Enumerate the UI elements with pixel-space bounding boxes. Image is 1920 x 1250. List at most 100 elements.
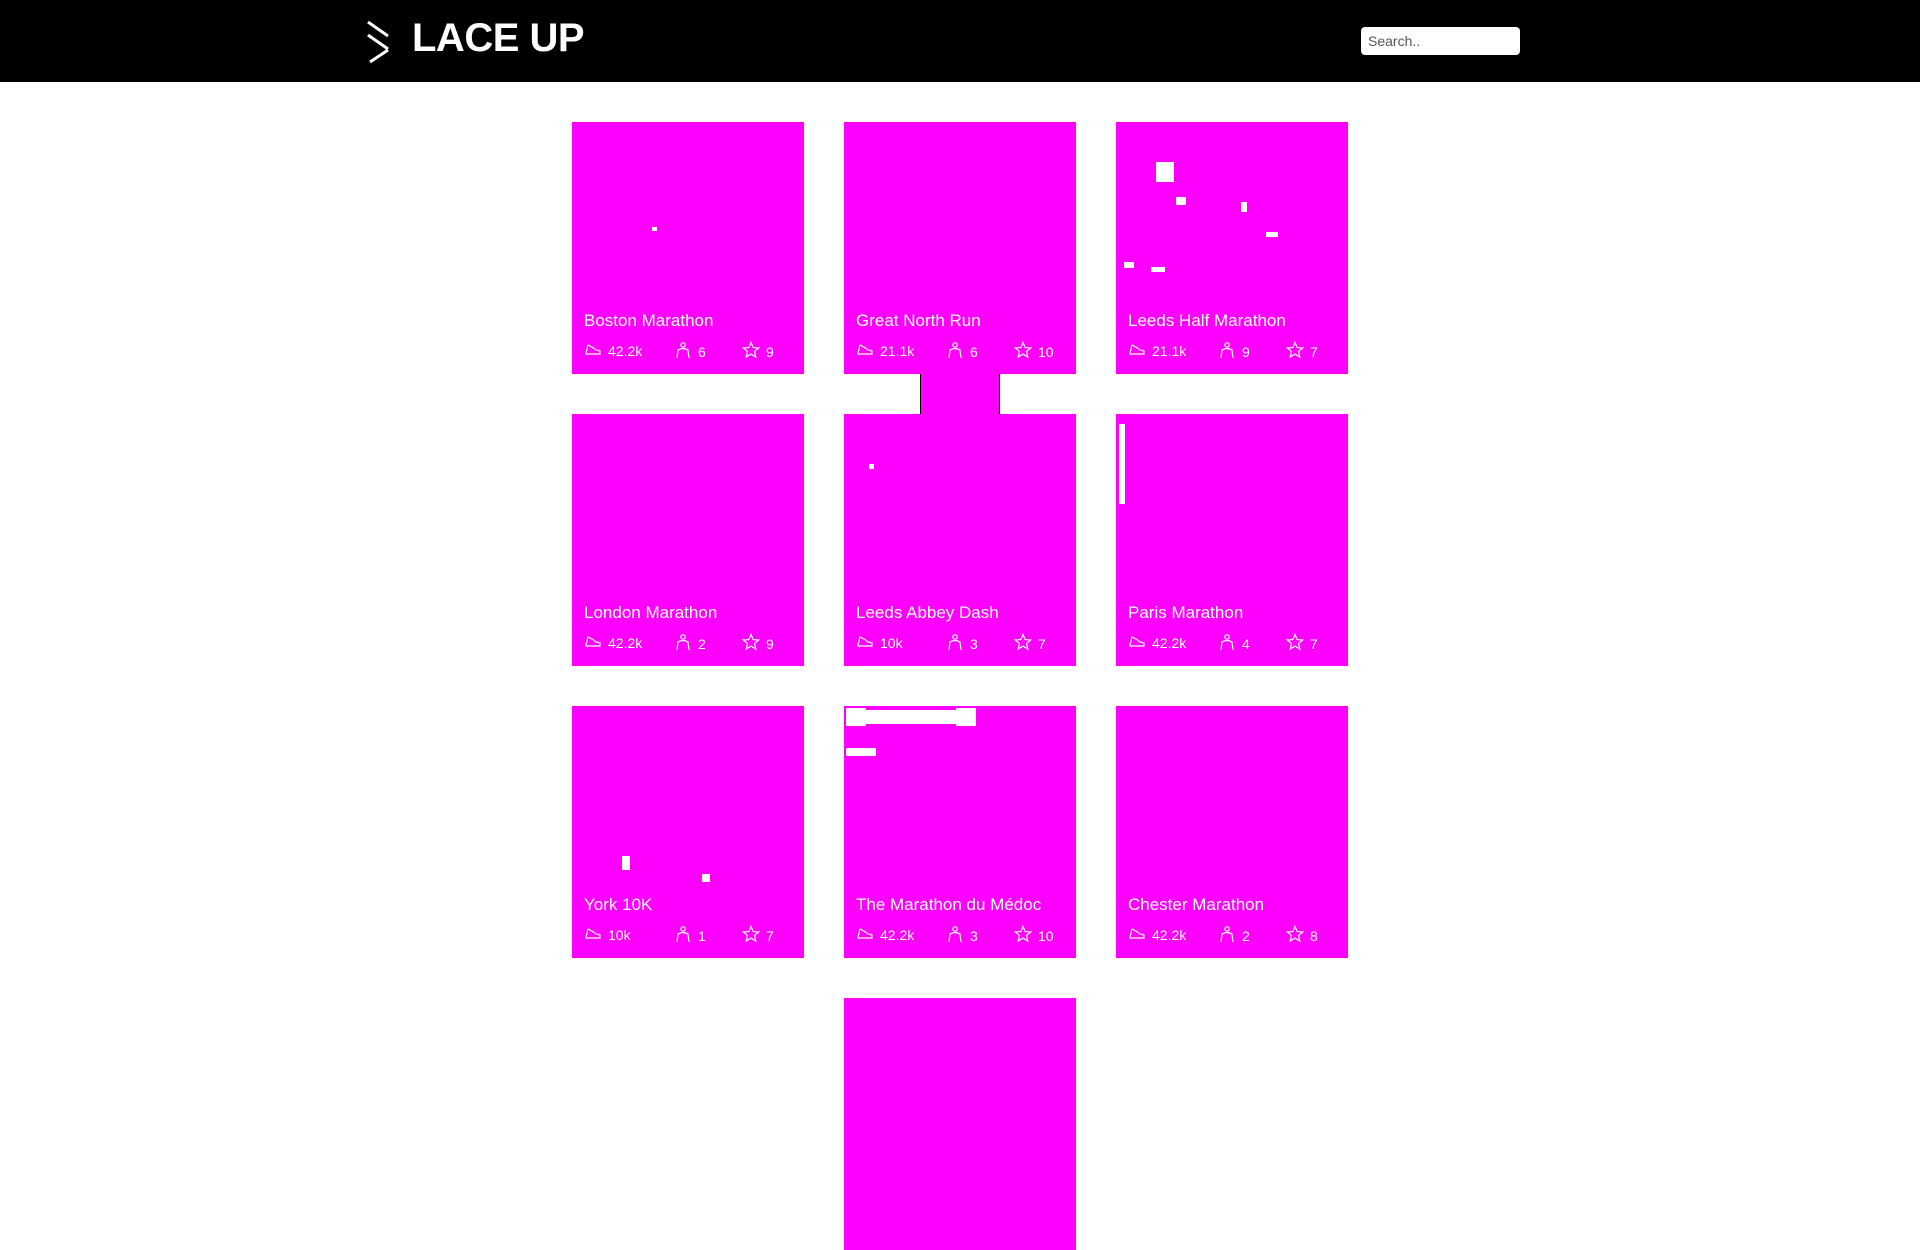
runners-stat: 4 xyxy=(1218,633,1250,654)
distance-stat: 42.2k xyxy=(584,341,642,360)
runner-icon xyxy=(946,925,970,946)
event-rating: 9 xyxy=(766,343,774,360)
runners-stat: 2 xyxy=(1218,925,1250,946)
event-card[interactable]: London Marathon 42.2k 2 9 xyxy=(572,414,804,666)
rating-stat: 7 xyxy=(1285,340,1318,362)
runners-stat: 6 xyxy=(946,341,978,362)
logo-icon[interactable] xyxy=(366,20,392,64)
event-card[interactable]: Great North Run 21.1k 6 10 xyxy=(844,122,1076,374)
event-rating: 8 xyxy=(1310,927,1318,944)
runner-icon xyxy=(674,925,698,946)
rating-stat: 10 xyxy=(1013,340,1054,362)
site-header: LACE UP xyxy=(0,0,1920,82)
rating-stat: 9 xyxy=(741,632,774,654)
event-name: Leeds Half Marathon xyxy=(1128,311,1286,330)
event-distance: 42.2k xyxy=(608,342,643,359)
runners-stat: 9 xyxy=(1218,341,1250,362)
event-name: York 10K xyxy=(584,895,653,914)
star-icon xyxy=(1013,632,1038,654)
search-input[interactable] xyxy=(1361,27,1520,55)
rating-stat: 7 xyxy=(1285,632,1318,654)
shoe-icon xyxy=(856,341,880,360)
event-rating: 7 xyxy=(1310,635,1318,652)
image-artifact xyxy=(1124,262,1134,268)
image-artifact xyxy=(1176,197,1186,205)
event-rating: 7 xyxy=(1038,635,1046,652)
runners-stat: 3 xyxy=(946,633,978,654)
event-runners: 2 xyxy=(1242,927,1250,944)
runner-icon xyxy=(1218,925,1242,946)
event-name: The Marathon du Médoc xyxy=(856,895,1042,914)
star-icon xyxy=(741,632,766,654)
event-card[interactable]: York 10K 10k 1 7 xyxy=(572,706,804,958)
event-runners: 4 xyxy=(1242,635,1250,652)
event-distance: 42.2k xyxy=(608,634,643,651)
event-name: London Marathon xyxy=(584,603,718,622)
event-card[interactable] xyxy=(844,998,1076,1250)
event-distance: 42.2k xyxy=(1152,634,1187,651)
distance-stat: 21.1k xyxy=(1128,341,1186,360)
image-artifact xyxy=(846,708,866,726)
shoe-icon xyxy=(584,925,608,944)
image-artifact xyxy=(702,874,710,882)
star-icon xyxy=(1285,632,1310,654)
shoe-icon xyxy=(584,633,608,652)
star-icon xyxy=(1285,924,1310,946)
event-card[interactable]: Leeds Half Marathon 21.1k 9 7 xyxy=(1116,122,1348,374)
runners-stat: 6 xyxy=(674,341,706,362)
image-artifact xyxy=(956,708,976,726)
event-rating: 7 xyxy=(1310,343,1318,360)
image-artifact xyxy=(1241,202,1247,212)
image-artifact xyxy=(1151,267,1165,272)
star-icon xyxy=(1013,924,1038,946)
distance-stat: 21.1k xyxy=(856,341,914,360)
distance-stat: 10k xyxy=(584,925,631,944)
image-artifact xyxy=(846,748,876,756)
runner-icon xyxy=(1218,633,1242,654)
star-icon xyxy=(1013,340,1038,362)
event-runners: 2 xyxy=(698,635,706,652)
image-artifact xyxy=(652,227,657,231)
shoe-icon xyxy=(1128,925,1152,944)
brand-name[interactable]: LACE UP xyxy=(412,14,585,62)
shoe-icon xyxy=(856,925,880,944)
distance-stat: 10k xyxy=(856,633,903,652)
event-rating: 10 xyxy=(1038,927,1054,944)
event-distance: 42.2k xyxy=(1152,926,1187,943)
runner-icon xyxy=(1218,341,1242,362)
event-name: Boston Marathon xyxy=(584,311,714,330)
runners-stat: 1 xyxy=(674,925,706,946)
event-runners: 3 xyxy=(970,635,978,652)
event-distance: 10k xyxy=(608,926,631,943)
star-icon xyxy=(741,924,766,946)
distance-stat: 42.2k xyxy=(1128,925,1186,944)
shoe-icon xyxy=(584,341,608,360)
image-artifact xyxy=(1156,162,1174,182)
event-distance: 21.1k xyxy=(1152,342,1187,359)
image-artifact xyxy=(1266,232,1278,237)
rating-stat: 9 xyxy=(741,340,774,362)
distance-stat: 42.2k xyxy=(584,633,642,652)
image-artifact xyxy=(866,710,956,724)
event-card[interactable]: The Marathon du Médoc 42.2k 3 10 xyxy=(844,706,1076,958)
event-rating: 9 xyxy=(766,635,774,652)
event-card[interactable]: Leeds Abbey Dash 10k 3 7 xyxy=(844,414,1076,666)
shoe-icon xyxy=(856,633,880,652)
event-card[interactable]: Boston Marathon 42.2k 6 9 xyxy=(572,122,804,374)
event-distance: 42.2k xyxy=(880,926,915,943)
runner-icon xyxy=(674,341,698,362)
event-runners: 3 xyxy=(970,927,978,944)
event-card[interactable]: Paris Marathon 42.2k 4 7 xyxy=(1116,414,1348,666)
shoe-icon xyxy=(1128,633,1152,652)
rating-stat: 8 xyxy=(1285,924,1318,946)
event-runners: 6 xyxy=(970,343,978,360)
event-runners: 9 xyxy=(1242,343,1250,360)
image-artifact xyxy=(622,856,630,870)
distance-stat: 42.2k xyxy=(1128,633,1186,652)
event-distance: 21.1k xyxy=(880,342,915,359)
event-runners: 6 xyxy=(698,343,706,360)
runner-icon xyxy=(674,633,698,654)
runner-icon xyxy=(946,633,970,654)
event-name: Great North Run xyxy=(856,311,981,330)
event-card[interactable]: Chester Marathon 42.2k 2 8 xyxy=(1116,706,1348,958)
